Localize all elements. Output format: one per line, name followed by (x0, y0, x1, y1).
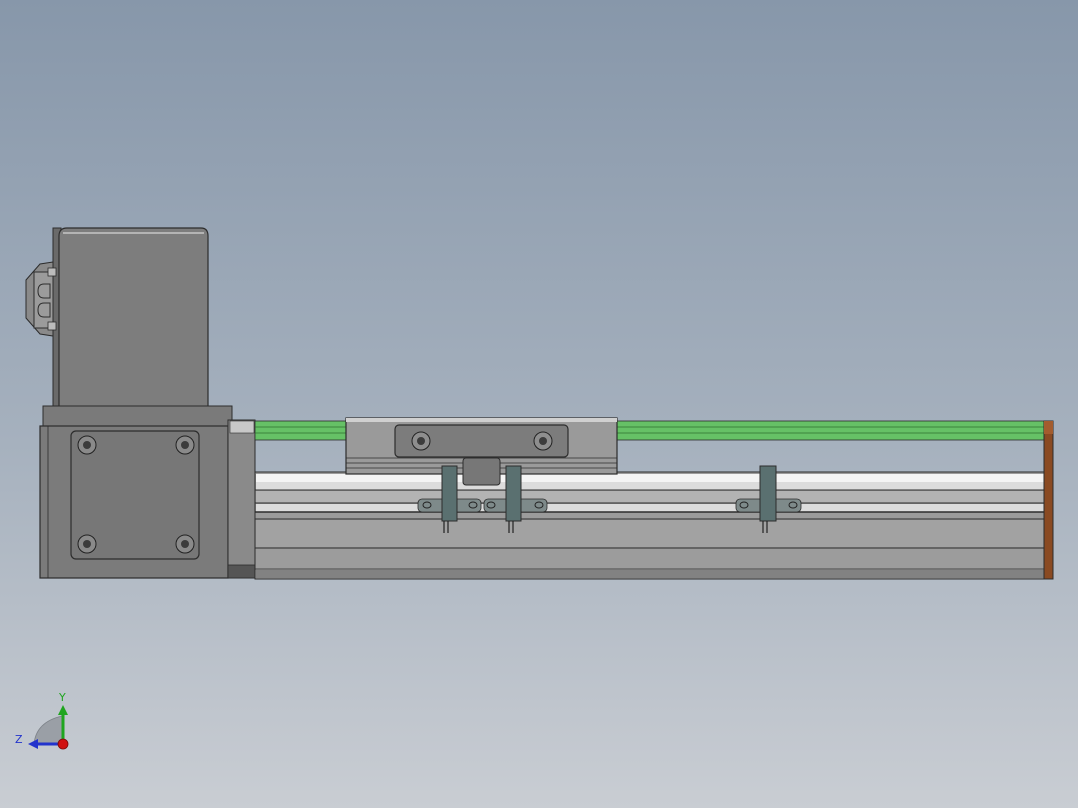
cap-screw-icon (175, 534, 195, 554)
coordinate-triad: Y Z (15, 691, 69, 750)
z-axis-arrow-icon (28, 739, 38, 749)
motor-connector (25, 261, 57, 337)
aluminum-rail-profile (254, 471, 1046, 580)
triad-rotation-arc-icon (33, 715, 63, 745)
cap-screw-icon (77, 435, 97, 455)
end-cap (1043, 420, 1054, 580)
mount-top-flange (42, 405, 233, 429)
y-axis-arrow-icon (58, 705, 68, 715)
stepper-motor (52, 227, 209, 409)
coupling-housing (227, 419, 256, 579)
sensor-flag (462, 457, 501, 486)
cap-screw-icon (77, 534, 97, 554)
cap-screw-icon (175, 435, 195, 455)
motor-body (58, 227, 209, 409)
triad-y-label: Y (58, 691, 66, 704)
cap-screw-icon (411, 431, 431, 451)
cap-screw-icon (533, 431, 553, 451)
triad-origin-icon (57, 738, 69, 750)
triad-z-label: Z (15, 733, 23, 746)
cad-viewport[interactable]: Y Z (0, 0, 1078, 808)
motor-mount-block (39, 405, 233, 579)
